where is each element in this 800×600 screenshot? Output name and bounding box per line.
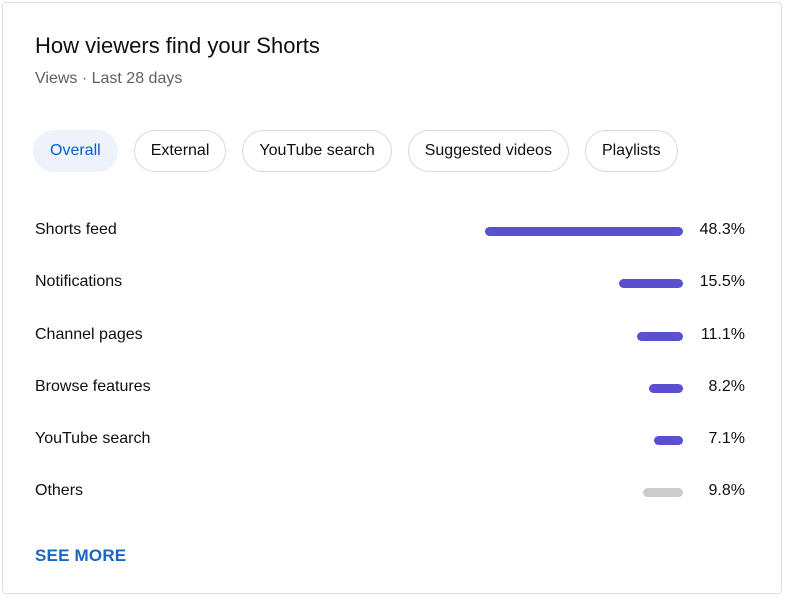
traffic-source-label: Browse features (35, 377, 151, 395)
chip-overall[interactable]: Overall (33, 130, 118, 172)
traffic-source-list: Shorts feed 48.3% Notifications 15.5% Channe… (35, 205, 745, 519)
traffic-source-bar (485, 227, 683, 236)
traffic-source-bar (637, 331, 683, 341)
see-more-link[interactable]: SEE MORE (35, 546, 126, 566)
chip-suggested-videos[interactable]: Suggested videos (407, 130, 569, 172)
card-subtitle: Views · Last 28 days (35, 70, 183, 87)
traffic-source-row: Shorts feed 48.3% (35, 205, 745, 257)
traffic-source-percent: 15.5% (699, 273, 745, 291)
traffic-source-percent: 48.3% (699, 221, 745, 238)
traffic-source-percent: 11.1% (700, 325, 745, 343)
chip-external[interactable]: External (133, 130, 227, 172)
traffic-sources-card: How viewers find your Shorts Views · Las… (2, 2, 782, 594)
traffic-source-percent: 7.1% (708, 430, 745, 448)
traffic-source-row: Others 9.8% (35, 466, 745, 518)
traffic-source-row: Notifications 15.5% (35, 257, 745, 309)
traffic-source-row: Channel pages 11.1% (35, 310, 745, 362)
traffic-source-row: Browse features 8.2% (35, 362, 745, 414)
filter-chips: Overall External YouTube search Suggeste… (33, 130, 678, 172)
traffic-source-bar (619, 279, 683, 289)
traffic-source-bar (649, 383, 683, 393)
traffic-source-row: YouTube search 7.1% (35, 414, 745, 466)
traffic-source-label: Channel pages (35, 325, 143, 343)
card-title: How viewers find your Shorts (35, 33, 320, 58)
traffic-source-percent: 8.2% (708, 377, 745, 395)
traffic-source-label: Others (35, 482, 84, 500)
traffic-source-percent: 9.8% (708, 482, 745, 500)
traffic-source-label: Shorts feed (35, 221, 117, 238)
chip-youtube-search[interactable]: YouTube search (242, 130, 392, 172)
chip-playlists[interactable]: Playlists (584, 130, 678, 172)
traffic-source-label: Notifications (35, 273, 123, 291)
traffic-source-label: YouTube search (35, 430, 151, 448)
traffic-source-bar (643, 488, 683, 498)
traffic-source-bar (654, 436, 683, 446)
